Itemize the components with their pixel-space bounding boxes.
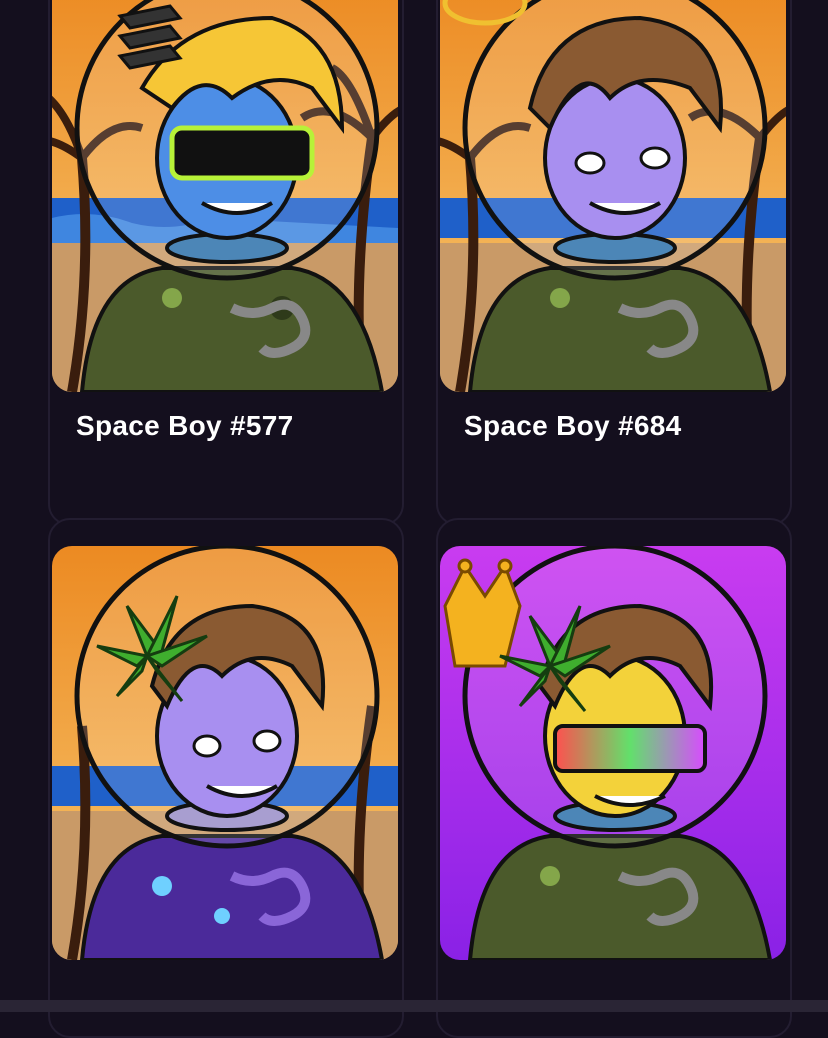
space-boy-leaf-artwork bbox=[52, 546, 398, 960]
nft-image bbox=[440, 0, 786, 392]
nft-image bbox=[52, 0, 398, 392]
nft-title: Space Boy #684 bbox=[464, 410, 682, 441]
space-boy-halo-artwork bbox=[440, 0, 786, 392]
nft-title: Space Boy #577 bbox=[76, 410, 294, 441]
bottom-bar bbox=[0, 1000, 828, 1012]
nft-image bbox=[440, 546, 786, 960]
nft-card[interactable]: Space Boy #577 bbox=[48, 0, 404, 526]
nft-image bbox=[52, 546, 398, 960]
nft-card[interactable]: Space Boy #684 bbox=[436, 0, 792, 526]
nft-card[interactable] bbox=[48, 518, 404, 1038]
space-boy-blue-visor-artwork bbox=[52, 0, 398, 392]
nft-card[interactable] bbox=[436, 518, 792, 1038]
space-boy-crown-artwork bbox=[440, 546, 786, 960]
